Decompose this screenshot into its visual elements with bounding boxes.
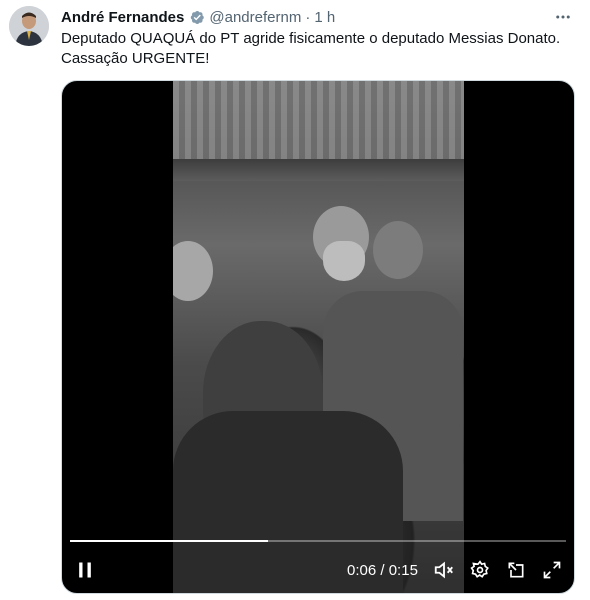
volume-muted-icon[interactable] <box>433 559 455 581</box>
tweet-text-line: Deputado QUAQUÁ do PT agride fisicamente… <box>61 30 561 47</box>
video-progress-bar[interactable] <box>70 540 566 542</box>
chamber-bench <box>173 159 464 181</box>
author-handle[interactable]: @andrefernm <box>209 9 301 26</box>
tweet-text: Deputado QUAQUÁ do PT agride fisicamente… <box>61 29 581 69</box>
author-name[interactable]: André Fernandes <box>61 9 184 26</box>
avatar[interactable] <box>9 6 49 46</box>
video-controls: 0:06 / 0:15 <box>62 549 574 593</box>
video-frame[interactable] <box>173 81 464 593</box>
tweet-timestamp[interactable]: 1 h <box>314 9 335 26</box>
tweet: André Fernandes @andrefernm · 1 h Deputa… <box>0 0 590 600</box>
time-separator: / <box>376 562 389 579</box>
tweet-text-line: Cassação URGENTE! <box>61 50 210 67</box>
avatar-image <box>9 6 49 46</box>
more-options-icon[interactable] <box>552 8 574 26</box>
video-player[interactable]: 0:06 / 0:15 <box>61 80 575 594</box>
separator-dot: · <box>305 8 311 26</box>
video-progress-fill <box>70 540 269 542</box>
video-timecode: 0:06 / 0:15 <box>347 561 418 581</box>
tweet-header: André Fernandes @andrefernm · 1 h <box>61 7 335 27</box>
person <box>373 221 423 279</box>
duration: 0:15 <box>388 562 418 579</box>
current-time: 0:06 <box>347 562 377 579</box>
pop-out-icon[interactable] <box>505 559 527 581</box>
verified-badge-icon <box>188 9 205 26</box>
person <box>173 241 213 301</box>
fullscreen-icon[interactable] <box>541 559 563 581</box>
person <box>323 241 365 281</box>
gear-icon[interactable] <box>469 559 491 581</box>
chamber-wall <box>173 81 464 159</box>
pause-icon[interactable] <box>74 559 96 581</box>
